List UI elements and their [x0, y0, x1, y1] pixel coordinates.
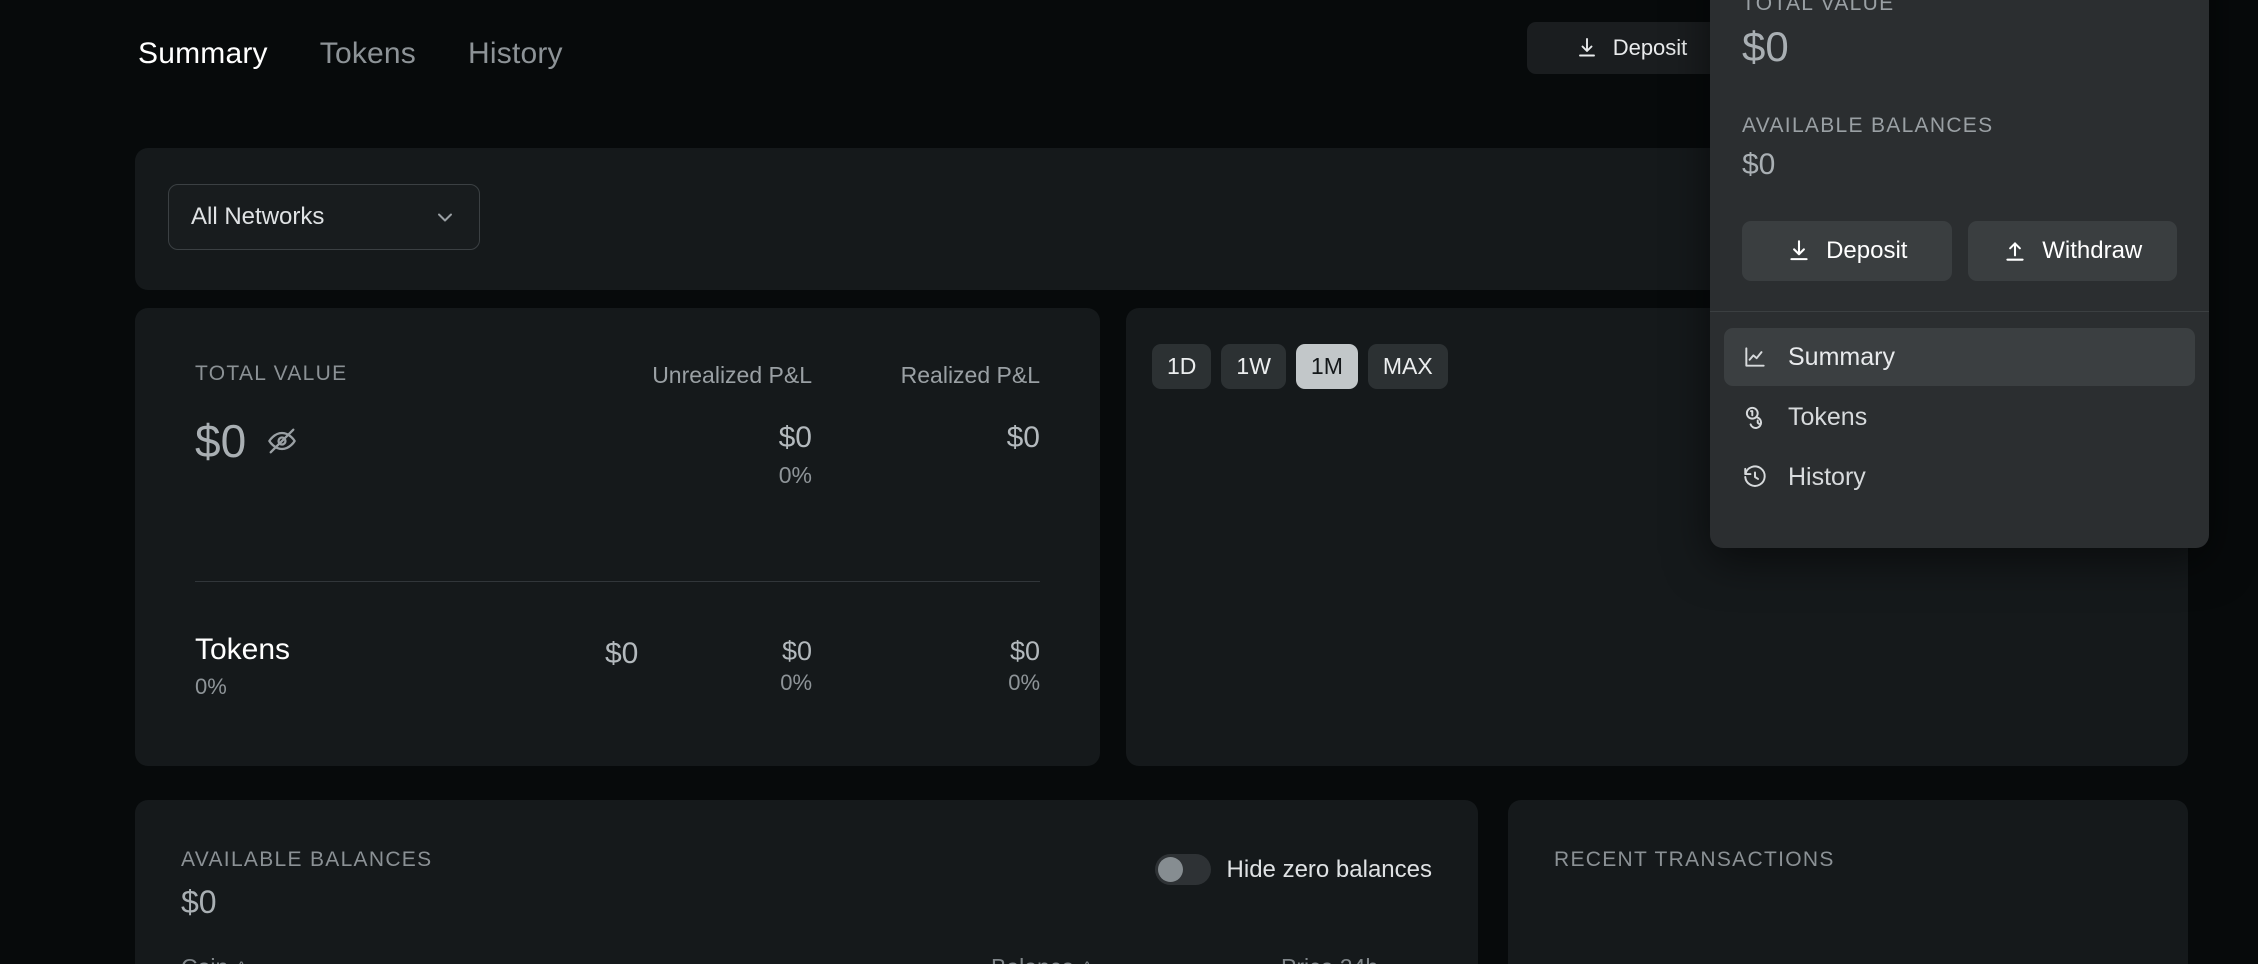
realized-pnl-value-group: $0	[1007, 422, 1040, 454]
chart-range-selector: 1D 1W 1M MAX	[1152, 344, 1448, 389]
network-select-value: All Networks	[191, 203, 325, 230]
account-dropdown-summary: TOTAL VALUE $0 AVAILABLE BALANCES $0 Dep…	[1710, 0, 2209, 311]
hide-zero-balances-toggle[interactable]: Hide zero balances	[1154, 854, 1432, 885]
overlay-available-value: $0	[1742, 148, 1776, 182]
unrealized-pnl-percent: 0%	[778, 461, 812, 488]
summary-row-realized-percent: 0%	[1008, 670, 1040, 696]
summary-row-unrealized: $0 0%	[780, 637, 812, 694]
summary-row-realized: $0 0%	[1008, 637, 1040, 694]
tab-summary[interactable]: Summary	[138, 37, 268, 71]
unrealized-pnl-value-group: $0 0%	[779, 422, 812, 487]
overlay-total-value: $0	[1742, 23, 1789, 70]
tab-history[interactable]: History	[468, 37, 563, 71]
network-filter-bar: All Networks	[135, 148, 1788, 290]
network-select[interactable]: All Networks	[168, 184, 480, 250]
coins-icon	[1742, 404, 1768, 430]
range-1d-button[interactable]: 1D	[1152, 344, 1212, 389]
summary-row-unrealized-amount: $0	[781, 636, 812, 666]
overlay-total-value-label: TOTAL VALUE	[1742, 0, 1895, 15]
menu-item-history[interactable]: History	[1724, 448, 2195, 506]
column-header-coin-label: Coin	[181, 954, 228, 964]
overlay-withdraw-label: Withdraw	[2042, 237, 2143, 265]
summary-values-row: $0 $0 0% $0	[195, 418, 1040, 528]
total-value-amount: $0	[195, 415, 247, 467]
available-balances-value: $0	[181, 884, 217, 920]
unrealized-pnl-column-label: Unrealized P&L	[652, 362, 812, 388]
available-balances-card: AVAILABLE BALANCES $0 Hide zero balances…	[135, 800, 1478, 964]
summary-row-realized-amount: $0	[1009, 636, 1040, 666]
sort-asc-icon: ^	[237, 959, 245, 964]
header-deposit-label: Deposit	[1612, 35, 1688, 60]
header-deposit-button[interactable]: Deposit	[1527, 22, 1735, 74]
balances-table-header: Coin ^ Balance ^ Price 24h	[181, 954, 1432, 964]
account-dropdown-panel: TOTAL VALUE $0 AVAILABLE BALANCES $0 Dep…	[1710, 0, 2209, 548]
recent-transactions-card: RECENT TRANSACTIONS	[1508, 800, 2188, 964]
line-chart-icon	[1742, 344, 1768, 370]
overlay-deposit-label: Deposit	[1826, 237, 1908, 265]
menu-item-summary-label: Summary	[1788, 342, 1895, 371]
column-header-balance-label: Balance	[991, 954, 1074, 964]
toggle-track	[1154, 854, 1211, 885]
total-value-label: TOTAL VALUE	[195, 362, 348, 385]
overlay-menu: Summary Tokens History	[1710, 312, 2209, 536]
overlay-deposit-button[interactable]: Deposit	[1742, 221, 1952, 282]
upload-arrow-icon	[2002, 238, 2028, 264]
column-header-balance[interactable]: Balance ^	[991, 954, 1091, 964]
unrealized-pnl-amount: $0	[778, 421, 812, 454]
portfolio-summary-card: TOTAL VALUE Unrealized P&L Realized P&L …	[135, 308, 1100, 766]
menu-item-tokens[interactable]: Tokens	[1724, 388, 2195, 446]
recent-transactions-title: RECENT TRANSACTIONS	[1554, 848, 1835, 871]
summary-row-allocation: 0%	[195, 674, 227, 699]
range-1w-button[interactable]: 1W	[1221, 344, 1286, 389]
tab-tokens[interactable]: Tokens	[320, 37, 416, 71]
realized-pnl-amount: $0	[1006, 421, 1040, 454]
summary-divider	[195, 581, 1040, 582]
overlay-withdraw-button[interactable]: Withdraw	[1967, 221, 2177, 282]
summary-row-unrealized-percent: 0%	[780, 670, 812, 696]
menu-item-tokens-label: Tokens	[1788, 402, 1868, 431]
clock-rewind-icon	[1742, 464, 1768, 490]
summary-header-row: TOTAL VALUE Unrealized P&L Realized P&L	[195, 362, 1040, 392]
download-arrow-icon	[1786, 238, 1812, 264]
summary-row-tokens[interactable]: Tokens 0% $0 $0 0% $0 0%	[195, 633, 1040, 713]
column-header-price-24h[interactable]: Price 24h	[1281, 954, 1378, 964]
range-1m-button[interactable]: 1M	[1295, 344, 1358, 389]
column-header-price-24h-label: Price 24h	[1281, 954, 1378, 964]
menu-item-history-label: History	[1788, 462, 1866, 491]
overlay-available-label: AVAILABLE BALANCES	[1742, 114, 1994, 138]
sort-asc-icon: ^	[1083, 959, 1091, 964]
chevron-down-icon	[433, 205, 457, 229]
menu-item-summary[interactable]: Summary	[1724, 328, 2195, 387]
eye-off-icon[interactable]	[266, 425, 298, 457]
column-header-coin[interactable]: Coin ^	[181, 954, 245, 964]
hide-zero-balances-label: Hide zero balances	[1226, 855, 1432, 883]
total-value-group: $0	[195, 418, 1040, 464]
download-arrow-icon	[1575, 36, 1599, 60]
toggle-knob	[1157, 857, 1183, 882]
overlay-action-buttons: Deposit Withdraw	[1742, 221, 2177, 282]
realized-pnl-column-label: Realized P&L	[900, 362, 1040, 388]
summary-row-total: $0	[605, 637, 639, 670]
range-max-button[interactable]: MAX	[1367, 344, 1448, 389]
